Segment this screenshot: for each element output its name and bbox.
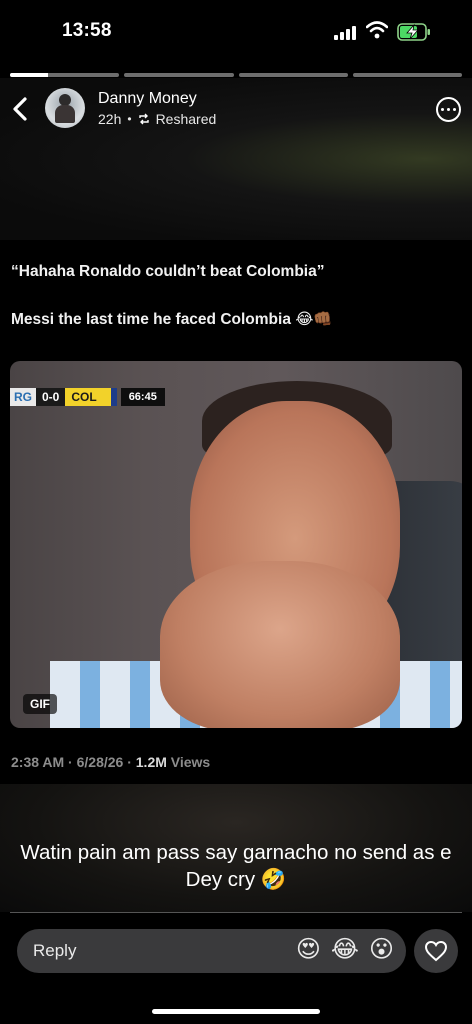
- post-timestamp-views: 2:38 AM · 6/28/26 · 1.2M Views: [11, 754, 210, 770]
- tweet-line-quote: “Hahaha Ronaldo couldn’t beat Colombia”: [11, 263, 325, 280]
- scoreboard: RG 0-0 COL 66:45: [10, 386, 165, 408]
- story-caption: Watin pain am pass say garnacho no send …: [20, 841, 452, 891]
- status-time: 13:58: [62, 20, 112, 41]
- tweet-text: “Hahaha Ronaldo couldn’t beat Colombia” …: [11, 262, 461, 358]
- like-heart-button[interactable]: [414, 929, 458, 973]
- reply-placeholder: Reply: [33, 941, 77, 960]
- story-progress-segment: [10, 73, 120, 77]
- gif-badge: GIF: [23, 694, 57, 714]
- wifi-icon: [366, 21, 388, 39]
- gif-media[interactable]: RG 0-0 COL 66:45 GIF: [10, 361, 462, 728]
- divider: [10, 912, 462, 913]
- status-bar: 13:58: [0, 0, 472, 60]
- reshared-label: Reshared: [155, 111, 217, 127]
- story-progress-segment: [352, 73, 462, 77]
- more-options-icon[interactable]: [436, 97, 461, 122]
- scoreboard-team1: RG: [10, 388, 36, 406]
- reaction-heart-eyes[interactable]: 😍: [296, 936, 321, 964]
- reshare-icon: [138, 113, 149, 125]
- username[interactable]: Danny Money: [98, 90, 197, 108]
- scoreboard-score: 0-0: [36, 388, 66, 406]
- reaction-surprised[interactable]: 😮: [369, 936, 394, 964]
- post-age: 22h: [98, 111, 122, 127]
- scoreboard-team2: COL: [65, 388, 117, 406]
- story-progress: [10, 73, 462, 77]
- story-progress-fill: [10, 73, 49, 77]
- post-time-date: 2:38 AM · 6/28/26 ·: [11, 754, 136, 770]
- heart-icon: [424, 940, 448, 962]
- hands-shape: [160, 561, 400, 728]
- meta-separator: •: [127, 112, 132, 126]
- cellular-signal-icon: [334, 24, 360, 40]
- battery-charging-icon: [397, 23, 430, 41]
- story-progress-segment: [238, 73, 348, 77]
- avatar[interactable]: [45, 88, 85, 128]
- reply-input[interactable]: Reply 😍 😂 😮: [17, 929, 406, 973]
- scoreboard-clock: 66:45: [120, 388, 165, 406]
- home-indicator: [152, 1009, 320, 1014]
- views-count: 1.2M: [135, 754, 167, 770]
- reaction-tears-of-joy[interactable]: 😂: [331, 936, 359, 964]
- story-progress-segment: [124, 73, 234, 77]
- post-meta-header: 22h • Reshared: [98, 111, 216, 127]
- tweet-line-body: Messi the last time he faced Colombia 😂👊…: [11, 311, 333, 329]
- quick-reactions: 😍 😂 😮: [296, 936, 394, 964]
- back-chevron-icon[interactable]: [10, 96, 32, 122]
- views-label: Views: [166, 754, 211, 770]
